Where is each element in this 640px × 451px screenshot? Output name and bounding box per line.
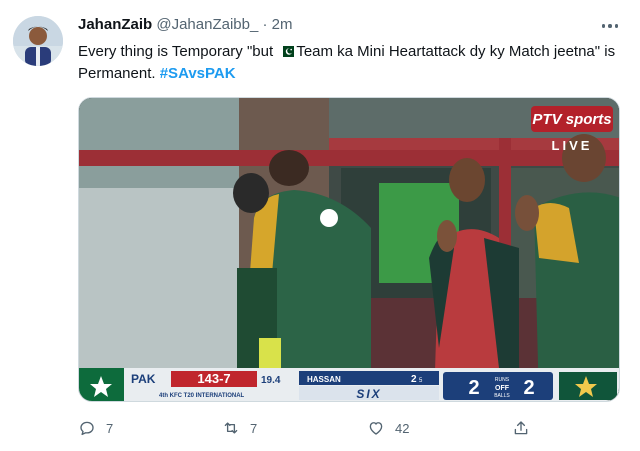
scorebug-bruns-text: 2 <box>411 374 417 385</box>
avatar-image <box>13 16 63 66</box>
share-icon <box>514 421 528 435</box>
tweet-text-part1: Every thing is Temporary "but <box>78 43 278 60</box>
match-video-frame: PTV sports LIVE PAK 143-7 19.4 4th KFC T… <box>79 98 619 401</box>
reply-count: 7 <box>106 420 114 436</box>
scorebug-score-text: 143-7 <box>197 371 230 386</box>
like-count: 42 <box>395 420 410 436</box>
share-button[interactable] <box>512 414 530 442</box>
retweet-button[interactable]: 7 <box>222 414 257 442</box>
scorebug: PAK 143-7 19.4 4th KFC T20 INTERNATIONAL… <box>79 368 619 401</box>
tweet-media-image[interactable]: PTV sports LIVE PAK 143-7 19.4 4th KFC T… <box>78 97 620 402</box>
like-icon <box>369 422 383 435</box>
logo-text-text: PTV sports <box>532 111 611 128</box>
scorebug-overs-text: 19.4 <box>261 375 281 386</box>
reply-button[interactable]: 7 <box>78 414 113 442</box>
separator-dot: · <box>262 16 268 33</box>
display-name[interactable]: JahanZaib <box>78 16 152 33</box>
scorebug-team-text: PAK <box>131 372 156 386</box>
tweet-text: Every thing is Temporary "but Team ka Mi… <box>78 41 618 85</box>
tweet-card[interactable]: JahanZaib @JahanZaibb_ · 2m Every thing … <box>0 0 640 451</box>
retweet-count: 7 <box>250 420 258 436</box>
scorebug-series-text: 4th KFC T20 INTERNATIONAL <box>159 393 245 399</box>
reply-icon <box>80 421 94 436</box>
user-handle[interactable]: @JahanZaibb_ <box>156 16 258 33</box>
live-text-text: LIVE <box>552 138 593 153</box>
ptv-sports-logo: PTV sports <box>531 106 613 132</box>
scorebug-ballslbl-text: BALLS <box>494 393 510 399</box>
pakistan-flag-icon <box>279 46 295 57</box>
tweet-actions-bar: 7 7 42 <box>78 414 548 442</box>
timestamp[interactable]: 2m <box>272 16 293 33</box>
like-button[interactable]: 42 <box>367 414 409 442</box>
retweet-icon <box>224 422 238 434</box>
scorebug-left-text: 2 <box>523 377 534 399</box>
scorebug-event-text: SIX <box>356 387 381 401</box>
hashtag-link[interactable]: #SAvsPAK <box>160 65 236 82</box>
scorebug-batsman-text: HASSAN <box>307 375 341 384</box>
tweet-header: JahanZaib @JahanZaibb_ · 2m <box>78 15 293 35</box>
scorebug-offlbl-text: OFF <box>495 385 510 392</box>
more-options-icon[interactable] <box>598 14 622 38</box>
scorebug-need-text: 2 <box>468 377 479 399</box>
avatar[interactable] <box>13 16 63 66</box>
scorebug-runslbl-text: RUNS <box>495 377 510 383</box>
